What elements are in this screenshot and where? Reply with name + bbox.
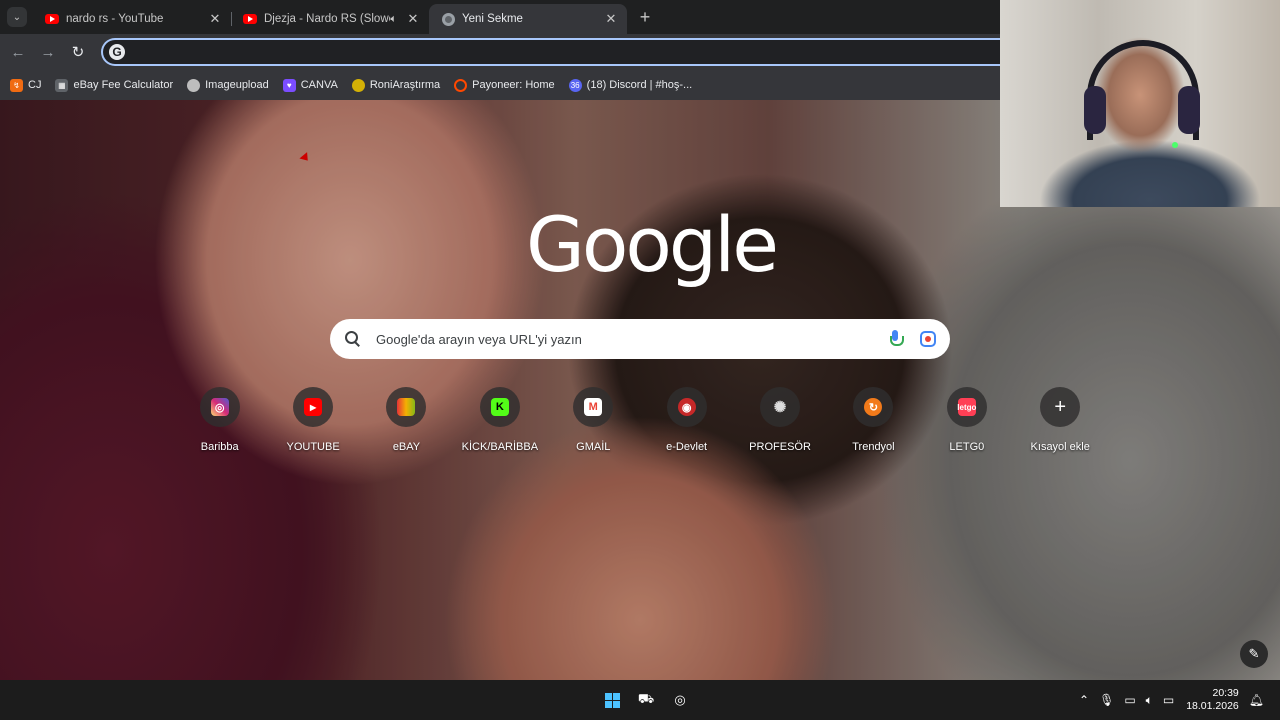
- kick-icon: K: [490, 398, 509, 416]
- plus-icon: +: [639, 6, 651, 27]
- forward-button[interactable]: →: [33, 37, 63, 67]
- tab-search-button[interactable]: ⌄: [7, 7, 27, 27]
- start-button[interactable]: [600, 688, 624, 712]
- plus-icon: +: [1054, 395, 1067, 418]
- youtube-icon: [45, 12, 59, 26]
- shortcut-trendyol[interactable]: ↻ Trendyol: [827, 384, 920, 453]
- tab-strip: ⌄ nardo rs - YouTube ✕ Djezja - Nardo RS…: [0, 0, 1000, 34]
- discord-icon: 36: [568, 78, 582, 92]
- bookmark-discord[interactable]: 36 (18) Discord | #hoş-...: [568, 78, 692, 92]
- battery-icon[interactable]: ▭: [1163, 693, 1174, 707]
- webcam-overlay: [1000, 0, 1280, 207]
- tab-title: Djezja - Nardo RS (Slowed): [264, 13, 390, 25]
- speaker-icon[interactable]: 🔈︎: [390, 13, 397, 26]
- tab-title: nardo rs - YouTube: [66, 13, 164, 25]
- clock-time: 20:39: [1212, 687, 1239, 699]
- back-button[interactable]: ←: [3, 37, 33, 67]
- windows-logo-icon: [604, 692, 620, 708]
- network-icon[interactable]: ▭: [1124, 693, 1135, 707]
- shortcut-gmail[interactable]: M GMAİL: [547, 384, 640, 453]
- shortcut-profesor[interactable]: ✺ PROFESÖR: [733, 384, 826, 453]
- chrome-icon: ◎: [674, 692, 686, 707]
- close-icon[interactable]: ✕: [405, 11, 421, 27]
- app-icon: ⛟: [637, 691, 655, 706]
- shortcut-youtube[interactable]: ▶ YOUTUBE: [266, 384, 359, 453]
- ntp-shortcuts: ◎ Baribba ▶ YOUTUBE eBAY K KİCK/BARİBBA …: [173, 384, 1107, 453]
- bookmark-payoneer[interactable]: Payoneer: Home: [454, 78, 555, 92]
- shortcut-kick[interactable]: K KİCK/BARİBBA: [453, 384, 546, 453]
- new-tab-button[interactable]: +: [631, 3, 659, 31]
- shortcut-baribba[interactable]: ◎ Baribba: [173, 384, 266, 453]
- taskbar-clock[interactable]: 20:39 18.01.2026: [1186, 687, 1239, 713]
- openai-icon: ✺: [773, 399, 787, 416]
- shortcut-ebay[interactable]: eBAY: [360, 384, 453, 453]
- shortcut-letgo[interactable]: letgo LETG0: [920, 384, 1013, 453]
- bookmark-imageupload[interactable]: Imageupload: [187, 78, 269, 92]
- ntp-search-box[interactable]: Google'da arayın veya URL'yi yazın: [330, 319, 950, 359]
- notification-bell-icon[interactable]: 🔔︎: [1249, 693, 1264, 707]
- customize-button[interactable]: ✎: [1240, 640, 1268, 668]
- google-lens-icon[interactable]: [920, 331, 936, 347]
- arrow-left-icon: ←: [10, 43, 26, 61]
- chevron-up-icon[interactable]: ⌃: [1079, 693, 1089, 707]
- browser-toolbar: ← → ↻ G: [0, 34, 1000, 70]
- chrome-icon: [441, 12, 455, 26]
- tab-2[interactable]: Yeni Sekme ✕: [429, 4, 627, 34]
- taskbar-app-icon[interactable]: ⛟: [634, 688, 658, 712]
- bookmarks-bar: ↯ CJ ▦ eBay Fee Calculator Imageupload ♥ CA…: [0, 70, 1000, 100]
- taskbar-apps: ⛟ ◎: [600, 688, 692, 712]
- close-icon[interactable]: ✕: [603, 11, 619, 27]
- microphone-icon[interactable]: [888, 329, 904, 349]
- volume-icon[interactable]: 🔈︎: [1146, 693, 1153, 708]
- heart-icon: ♥: [282, 78, 296, 92]
- google-logo: Google: [526, 200, 779, 289]
- reload-icon: ↻: [71, 44, 85, 61]
- reload-button[interactable]: ↻: [63, 37, 93, 67]
- youtube-icon: ▶: [304, 398, 323, 416]
- bookmark-canva[interactable]: ♥ CANVA: [282, 78, 338, 92]
- pencil-icon: ✎: [1248, 646, 1260, 661]
- tab-0[interactable]: nardo rs - YouTube ✕: [33, 4, 231, 34]
- search-placeholder[interactable]: Google'da arayın veya URL'yi yazın: [376, 332, 888, 347]
- microphone-icon[interactable]: 🎙︎: [1099, 693, 1114, 707]
- ebay-icon: [397, 398, 416, 416]
- edevlet-icon: ◉: [677, 398, 696, 416]
- cj-icon: ↯: [10, 78, 23, 92]
- gmail-icon: M: [584, 398, 603, 416]
- youtube-icon: [243, 12, 257, 26]
- pacman-icon: [351, 78, 365, 92]
- payoneer-icon: [454, 78, 468, 92]
- upload-icon: [187, 78, 201, 92]
- letgo-icon: letgo: [957, 398, 976, 416]
- shortcut-add[interactable]: + Kısayol ekle: [1014, 384, 1107, 453]
- taskbar-chrome-button[interactable]: ◎: [668, 688, 692, 712]
- tab-1[interactable]: Djezja - Nardo RS (Slowed) 🔈︎ ✕: [231, 4, 429, 34]
- close-icon[interactable]: ✕: [207, 11, 223, 27]
- instagram-icon: ◎: [210, 398, 229, 416]
- calculator-icon: ▦: [55, 78, 69, 92]
- bookmark-cj[interactable]: ↯ CJ: [10, 78, 41, 92]
- clock-date: 18.01.2026: [1186, 700, 1239, 712]
- system-tray: ⌃ 🎙︎ ▭ 🔈︎ ▭ 20:39 18.01.2026 🔔︎: [1079, 680, 1264, 720]
- omnibox[interactable]: G: [101, 38, 1000, 66]
- bookmark-ebay-fee-calculator[interactable]: ▦ eBay Fee Calculator: [55, 78, 173, 92]
- trendyol-icon: ↻: [864, 398, 883, 416]
- chevron-down-icon: ⌄: [12, 11, 22, 23]
- bookmark-roniarastirma[interactable]: RoniAraştırma: [351, 78, 440, 92]
- arrow-right-icon: →: [40, 43, 56, 61]
- search-icon: [344, 330, 362, 348]
- tab-title: Yeni Sekme: [462, 13, 523, 25]
- google-g-icon: G: [109, 44, 125, 60]
- windows-taskbar: ⛟ ◎ ⌃ 🎙︎ ▭ 🔈︎ ▭ 20:39 18.01.2026 🔔︎: [0, 680, 1280, 720]
- shortcut-edevlet[interactable]: ◉ e-Devlet: [640, 384, 733, 453]
